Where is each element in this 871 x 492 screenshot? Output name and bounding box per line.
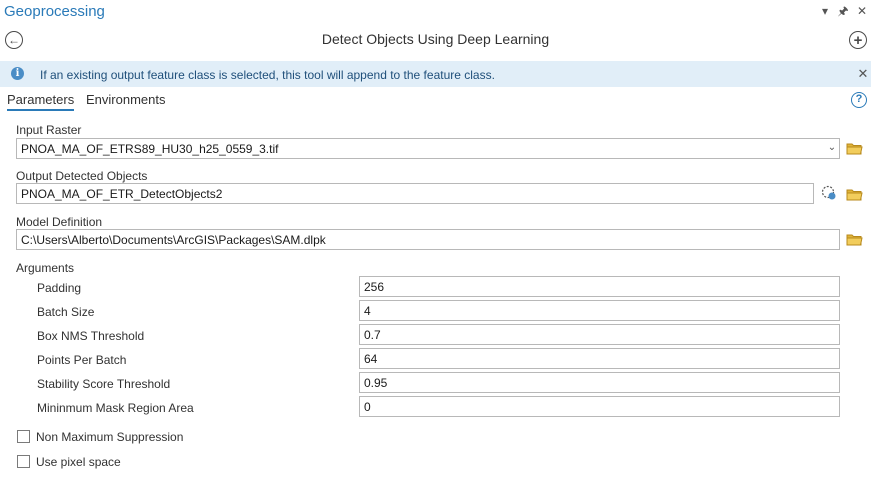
tab-environments[interactable]: Environments	[86, 92, 165, 107]
feature-class-icon[interactable]	[821, 185, 837, 201]
banner-close-icon[interactable]: ✕	[856, 66, 870, 82]
non-max-suppression-label: Non Maximum Suppression	[36, 430, 184, 444]
chevron-down-icon[interactable]: ▾	[818, 4, 832, 18]
input-raster-label: Input Raster	[16, 123, 82, 137]
arg-name: Points Per Batch	[37, 353, 127, 367]
arg-value-input[interactable]: 4	[359, 300, 840, 321]
arg-value-input[interactable]: 0.95	[359, 372, 840, 393]
info-icon: i	[11, 67, 24, 80]
pin-icon[interactable]: 🖈	[836, 4, 850, 18]
arg-value: 0.95	[364, 376, 388, 390]
input-raster-value: PNOA_MA_OF_ETRS89_HU30_h25_0559_3.tif	[21, 142, 279, 156]
arg-value-input[interactable]: 0	[359, 396, 840, 417]
add-icon[interactable]: +	[849, 31, 867, 49]
pane-title: Geoprocessing	[4, 3, 105, 20]
model-definition-value: C:\Users\Alberto\Documents\ArcGIS\Packag…	[21, 233, 326, 247]
output-objects-value: PNOA_MA_OF_ETR_DetectObjects2	[21, 187, 223, 201]
input-raster-dropdown[interactable]: PNOA_MA_OF_ETRS89_HU30_h25_0559_3.tif	[16, 138, 840, 159]
arg-name: Batch Size	[37, 305, 95, 319]
close-icon[interactable]: ✕	[855, 4, 869, 18]
model-definition-label: Model Definition	[16, 215, 103, 229]
output-objects-label: Output Detected Objects	[16, 169, 148, 183]
folder-icon[interactable]	[846, 233, 863, 246]
arg-value: 64	[364, 352, 378, 366]
info-message: If an existing output feature class is s…	[40, 68, 495, 82]
folder-icon[interactable]	[846, 142, 863, 155]
model-definition-input[interactable]: C:\Users\Alberto\Documents\ArcGIS\Packag…	[16, 229, 840, 250]
chevron-down-icon[interactable]: ⌄	[825, 139, 839, 157]
output-objects-input[interactable]: PNOA_MA_OF_ETR_DetectObjects2	[16, 183, 814, 204]
arg-value-input[interactable]: 64	[359, 348, 840, 369]
arg-value: 0.7	[364, 328, 381, 342]
arg-value: 0	[364, 400, 371, 414]
arg-value: 256	[364, 280, 385, 294]
tab-parameters[interactable]: Parameters	[7, 92, 75, 111]
arg-name: Stability Score Threshold	[37, 377, 171, 391]
arg-value-input[interactable]: 256	[359, 276, 840, 297]
folder-icon[interactable]	[846, 188, 863, 201]
help-icon[interactable]: ?	[851, 92, 867, 108]
tool-title: Detect Objects Using Deep Learning	[321, 31, 550, 47]
arg-value: 4	[364, 304, 371, 318]
non-max-suppression-checkbox[interactable]	[17, 430, 30, 443]
use-pixel-space-checkbox[interactable]	[17, 455, 30, 468]
arguments-label: Arguments	[16, 261, 75, 275]
arg-name: Padding	[37, 281, 82, 295]
arg-name: Mininmum Mask Region Area	[37, 401, 194, 415]
arg-name: Box NMS Threshold	[37, 329, 145, 343]
use-pixel-space-label: Use pixel space	[36, 455, 121, 469]
arg-value-input[interactable]: 0.7	[359, 324, 840, 345]
